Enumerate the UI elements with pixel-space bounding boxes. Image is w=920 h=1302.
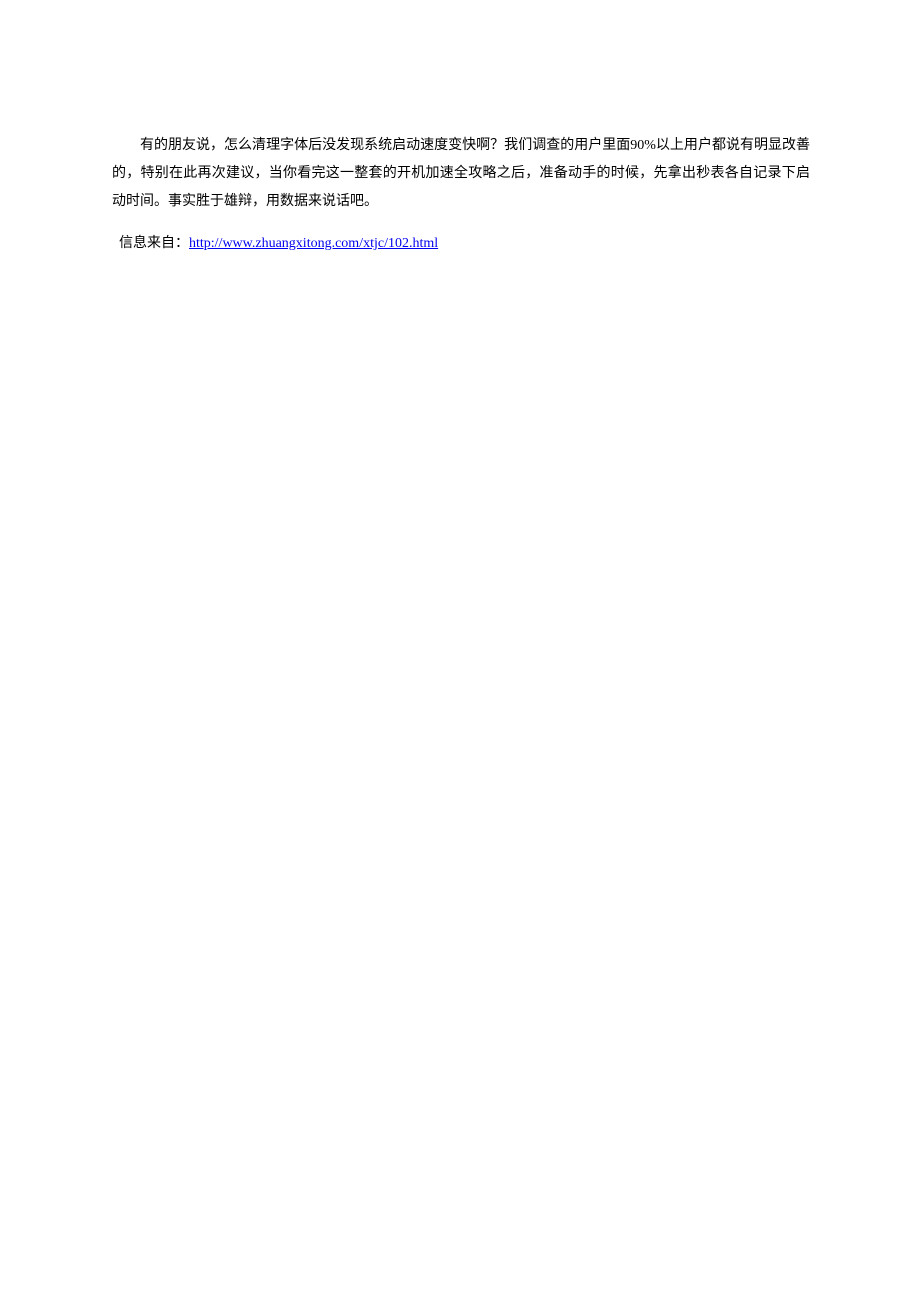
body-paragraph: 有的朋友说，怎么清理字体后没发现系统启动速度变快啊？我们调查的用户里面90%以上… xyxy=(112,132,810,216)
source-label: 信息来自： xyxy=(119,236,189,251)
source-line: 信息来自：http://www.zhuangxitong.com/xtjc/10… xyxy=(112,230,810,258)
document-page: 有的朋友说，怎么清理字体后没发现系统启动速度变快啊？我们调查的用户里面90%以上… xyxy=(0,0,920,258)
source-link[interactable]: http://www.zhuangxitong.com/xtjc/102.htm… xyxy=(189,236,438,251)
